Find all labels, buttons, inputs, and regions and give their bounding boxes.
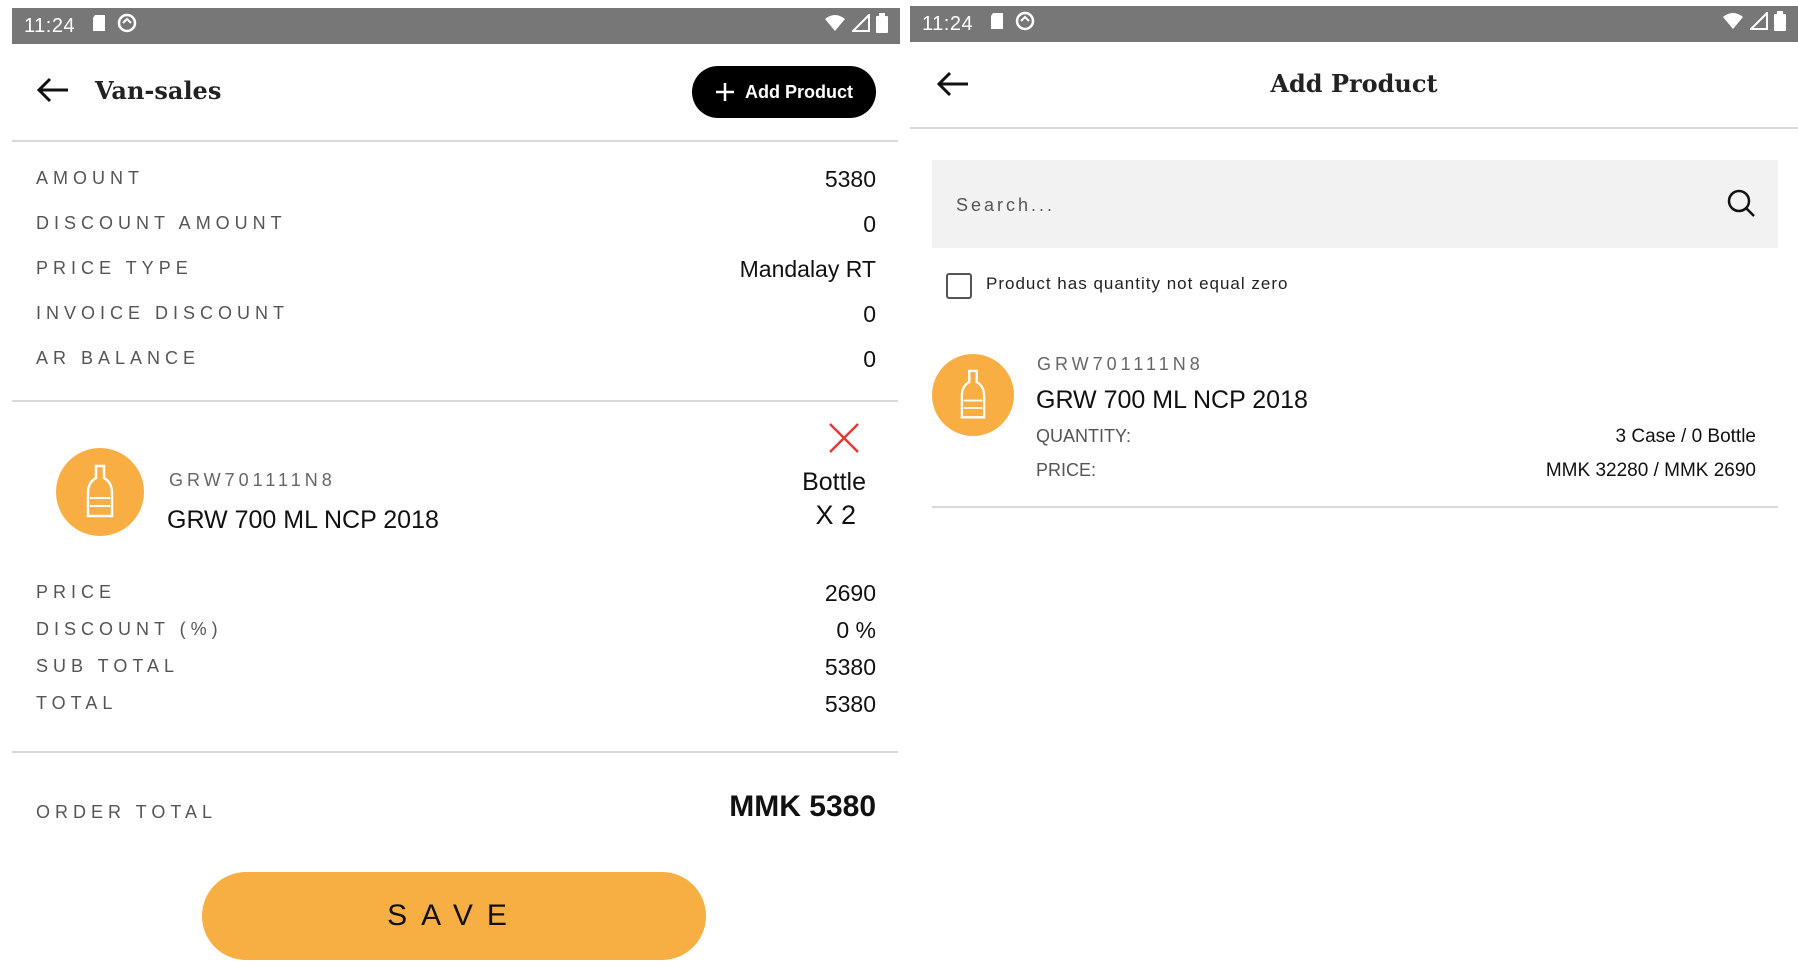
search-bar (932, 160, 1778, 250)
detail-value: 5380 (824, 654, 876, 680)
status-time: 11:24 (24, 14, 76, 37)
status-bar: 11:24 (910, 6, 1798, 42)
quantity-label: QUANTITY: (1036, 426, 1132, 446)
summary-row: AMOUNT 5380 (36, 166, 876, 211)
detail-value: 5380 (824, 691, 876, 717)
summary-value: 0 (863, 211, 876, 237)
product-avatar (56, 448, 144, 536)
summary-label: INVOICE DISCOUNT (36, 303, 290, 323)
wifi-icon (824, 14, 846, 38)
summary-row: INVOICE DISCOUNT 0 (36, 301, 876, 346)
battery-icon (1774, 11, 1786, 37)
quantity-filter-checkbox[interactable] (946, 273, 972, 299)
summary-label: PRICE TYPE (36, 258, 193, 278)
summary-label: AMOUNT (36, 168, 144, 188)
summary-section: AMOUNT 5380 DISCOUNT AMOUNT 0 PRICE TYPE… (36, 166, 876, 391)
product-avatar (932, 354, 1014, 436)
summary-value: Mandalay RT (739, 256, 876, 282)
search-icon[interactable] (1726, 188, 1756, 223)
item-details: PRICE 2690 DISCOUNT (%) 0 % SUB TOTAL 53… (36, 580, 876, 728)
sd-card-icon (989, 12, 1005, 36)
summary-row: PRICE TYPE Mandalay RT (36, 256, 876, 301)
product-code: GRW701111N8 (1037, 354, 1204, 374)
detail-label: SUB TOTAL (36, 656, 180, 676)
sd-card-icon (91, 14, 107, 38)
product-name: GRW 700 ML NCP 2018 (167, 506, 439, 534)
item-unit: Bottle (802, 468, 866, 496)
bottle-icon (86, 464, 114, 518)
detail-row: TOTAL 5380 (36, 691, 876, 728)
wifi-icon (1722, 12, 1744, 36)
detail-value: 2690 (824, 580, 876, 606)
van-sales-screen: 11:24 Van-sales Add Product AMOUNT 5380 … (0, 0, 900, 970)
summary-label: DISCOUNT AMOUNT (36, 213, 287, 233)
detail-row: DISCOUNT (%) 0 % (36, 617, 876, 654)
product-name: GRW 700 ML NCP 2018 (1036, 386, 1308, 414)
quantity-value: 3 Case / 0 Bottle (1615, 426, 1756, 447)
price-label: PRICE: (1036, 460, 1097, 480)
signal-icon (1748, 10, 1768, 36)
add-product-label: Add Product (745, 81, 853, 102)
plus-icon (716, 83, 734, 101)
bottle-icon (960, 369, 986, 419)
summary-row: AR BALANCE 0 (36, 346, 876, 391)
summary-value: 0 (863, 301, 876, 327)
sync-icon (1015, 11, 1035, 37)
quantity-filter-label[interactable]: Product has quantity not equal zero (986, 274, 1288, 294)
detail-label: PRICE (36, 582, 117, 602)
product-list-item[interactable]: GRW701111N8 GRW 700 ML NCP 2018 QUANTITY… (932, 340, 1778, 508)
detail-row: PRICE 2690 (36, 580, 876, 617)
item-quantity: X 2 (815, 500, 856, 530)
status-bar: 11:24 (12, 8, 900, 44)
add-product-button[interactable]: Add Product (692, 66, 876, 118)
order-total-label: ORDER TOTAL (36, 802, 218, 822)
back-arrow-icon[interactable] (36, 76, 70, 109)
divider (932, 506, 1778, 508)
detail-label: TOTAL (36, 693, 118, 713)
save-button[interactable]: SAVE (202, 872, 706, 960)
search-input[interactable] (932, 160, 1718, 250)
save-label: SAVE (387, 899, 521, 932)
remove-item-icon[interactable] (828, 422, 860, 459)
summary-value: 5380 (824, 166, 876, 192)
detail-value: 0 % (836, 617, 876, 643)
page-title: Add Product (1270, 69, 1438, 98)
summary-value: 0 (863, 346, 876, 372)
add-product-screen: 11:24 Add Product Search... Product has … (910, 0, 1798, 970)
battery-icon (876, 13, 888, 39)
detail-label: DISCOUNT (%) (36, 619, 223, 639)
sync-icon (117, 13, 137, 39)
price-value: MMK 32280 / MMK 2690 (1545, 460, 1756, 481)
detail-row: SUB TOTAL 5380 (36, 654, 876, 691)
order-total-value: MMK 5380 (729, 790, 876, 823)
signal-icon (850, 12, 870, 38)
line-item[interactable]: GRW701111N8 GRW 700 ML NCP 2018 Bottle X… (12, 404, 898, 750)
divider (12, 751, 898, 753)
divider (910, 127, 1798, 129)
divider (12, 140, 898, 142)
product-code: GRW701111N8 (169, 470, 336, 490)
status-time: 11:24 (922, 12, 974, 35)
page-title: Van-sales (95, 76, 222, 105)
divider (12, 400, 898, 402)
summary-row: DISCOUNT AMOUNT 0 (36, 211, 876, 256)
summary-label: AR BALANCE (36, 348, 201, 368)
